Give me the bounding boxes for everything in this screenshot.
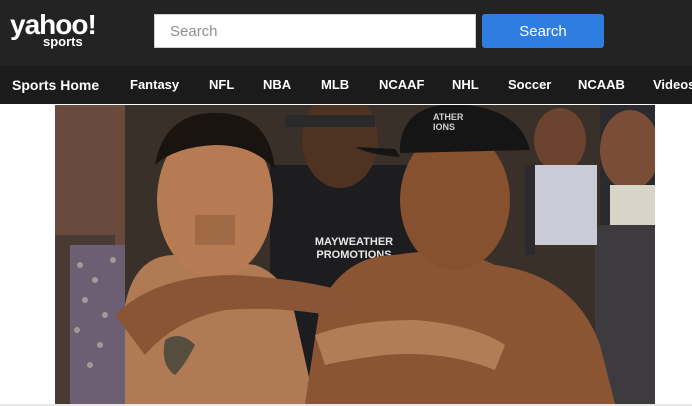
sports-nav-bar: Sports Home Fantasy NFL NBA MLB NCAAF NH…: [0, 66, 692, 104]
nav-item-nhl[interactable]: NHL: [452, 66, 479, 104]
nav-item-fantasy[interactable]: Fantasy: [130, 66, 179, 104]
nav-item-soccer[interactable]: Soccer: [508, 66, 551, 104]
shirt-text-line1: MAYWEATHER: [315, 236, 393, 248]
header-bar: yahoo! sports Search: [0, 0, 692, 66]
nav-item-ncaaf[interactable]: NCAAF: [379, 66, 425, 104]
yahoo-sports-logo[interactable]: yahoo! sports: [10, 10, 110, 54]
nav-item-videos[interactable]: Videos: [653, 66, 692, 104]
logo-subtitle: sports: [43, 34, 83, 49]
nav-item-sports-home[interactable]: Sports Home: [12, 66, 99, 104]
nav-item-ncaab[interactable]: NCAAB: [578, 66, 625, 104]
search-button[interactable]: Search: [482, 14, 604, 48]
nav-item-nba[interactable]: NBA: [263, 66, 291, 104]
article-hero-photo[interactable]: MAYWEATHER PROMOTIONS ATHER IONS: [55, 105, 655, 404]
boxers-embrace-photo: MAYWEATHER PROMOTIONS ATHER IONS: [55, 105, 655, 404]
search-input[interactable]: [154, 14, 476, 48]
nav-item-nfl[interactable]: NFL: [209, 66, 234, 104]
nav-item-mlb[interactable]: MLB: [321, 66, 349, 104]
